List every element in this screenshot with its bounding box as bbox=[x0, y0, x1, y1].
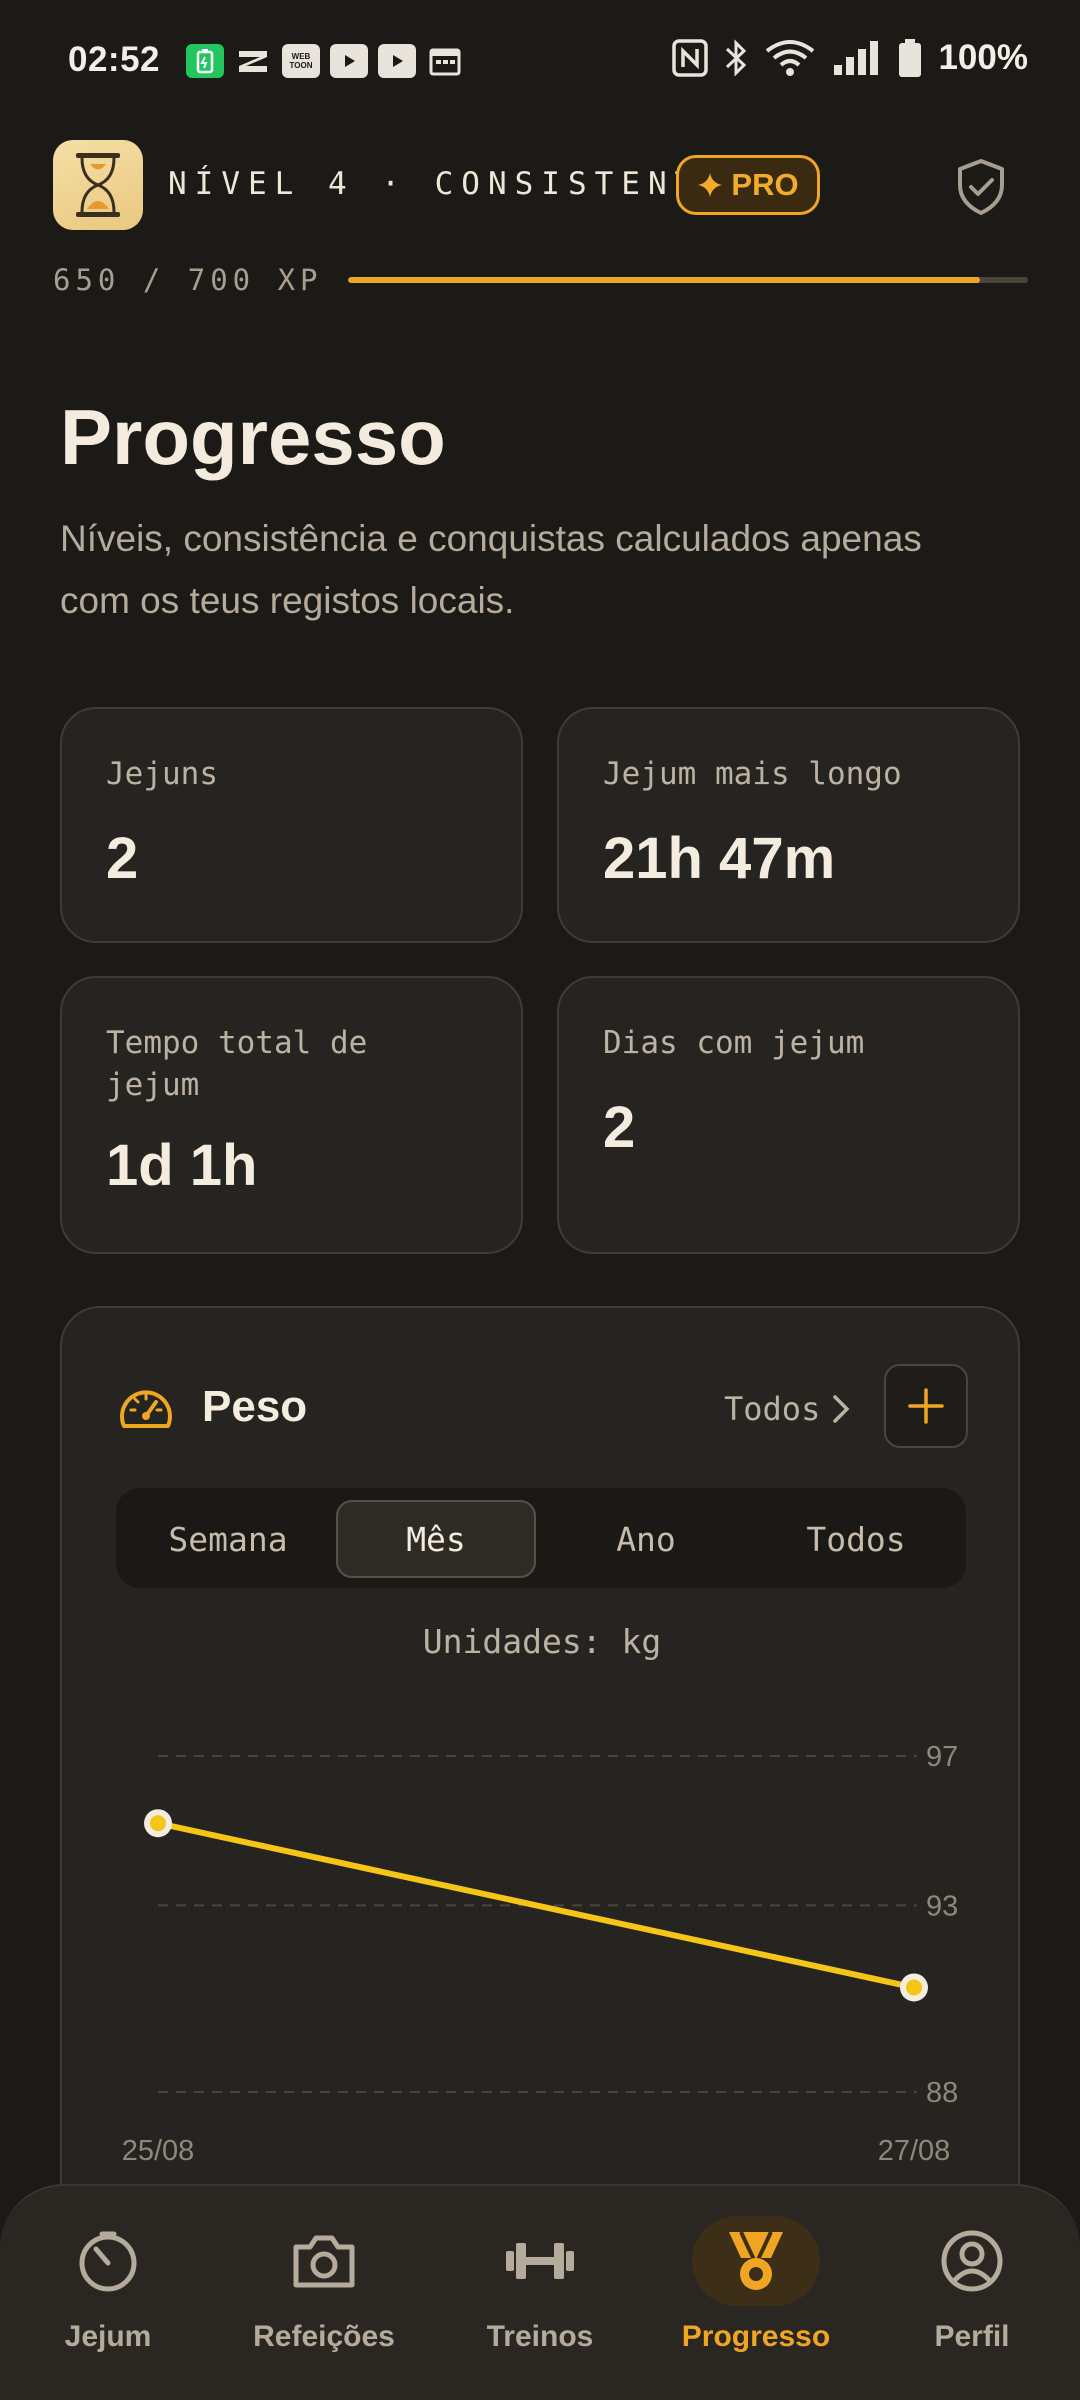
camera-icon bbox=[260, 2216, 388, 2306]
xp-progress-fill bbox=[348, 277, 981, 283]
xp-text: 650 / 700 XP bbox=[53, 263, 323, 297]
stat-value: 2 bbox=[106, 826, 139, 891]
data-point bbox=[906, 1979, 922, 1996]
youtube-icon bbox=[378, 44, 416, 78]
data-point bbox=[150, 1815, 166, 1832]
medal-icon bbox=[692, 2216, 820, 2306]
timer-icon bbox=[44, 2216, 172, 2306]
page-title: Progresso bbox=[60, 393, 446, 481]
user-icon bbox=[908, 2216, 1036, 2306]
capcut-icon bbox=[234, 44, 272, 78]
status-time: 02:52 bbox=[68, 40, 161, 79]
notification-icons: WEB TOON bbox=[186, 44, 464, 78]
calendar-icon bbox=[426, 44, 464, 78]
stat-card-fasting-days: Dias com jejum 2 bbox=[557, 976, 1020, 1254]
bluetooth-icon bbox=[726, 39, 747, 77]
bottom-navigation: Jejum Refeições Treinos Progresso Perfil bbox=[0, 2184, 1080, 2400]
dumbbell-icon bbox=[476, 2216, 604, 2306]
stat-label: Jejuns bbox=[106, 756, 218, 792]
nav-item-perfil[interactable]: Perfil bbox=[872, 2216, 1072, 2376]
stat-label: Tempo total de jejum bbox=[106, 1025, 368, 1103]
wifi-icon bbox=[766, 40, 815, 76]
webtoon-text: WEB TOON bbox=[289, 52, 313, 70]
nav-item-refeicoes[interactable]: Refeições bbox=[224, 2216, 424, 2376]
nav-label: Progresso bbox=[681, 2320, 831, 2353]
y-tick-label: 93 bbox=[926, 1890, 958, 1922]
x-tick-label: 25/08 bbox=[122, 2135, 195, 2167]
nav-item-jejum[interactable]: Jejum bbox=[8, 2216, 208, 2376]
status-bar: 02:52 WEB TOON 100% bbox=[0, 0, 1080, 124]
nav-item-treinos[interactable]: Treinos bbox=[440, 2216, 640, 2376]
stat-card-longest-fast: Jejum mais longo 21h 47m bbox=[557, 707, 1020, 943]
hourglass-logo bbox=[53, 140, 143, 230]
battery-percentage: 100% bbox=[938, 38, 1028, 77]
level-title: NÍVEL 4 · CONSISTENTE bbox=[168, 166, 728, 202]
hourglass-icon bbox=[76, 153, 120, 217]
webtoon-icon: WEB TOON bbox=[282, 44, 320, 78]
y-tick-label: 88 bbox=[926, 2077, 958, 2109]
xp-progress-bar bbox=[348, 277, 1028, 283]
nav-label: Refeições bbox=[253, 2320, 395, 2353]
shield-check-icon[interactable] bbox=[950, 156, 1012, 218]
sparkle-icon bbox=[698, 173, 723, 197]
system-icons: 100% bbox=[672, 38, 1028, 78]
pro-badge[interactable]: PRO bbox=[676, 155, 820, 215]
nfc-icon bbox=[672, 39, 709, 77]
stat-card-total-time: Tempo total de jejum 1d 1h bbox=[60, 976, 523, 1254]
stat-label: Jejum mais longo bbox=[603, 756, 902, 792]
nav-item-progresso[interactable]: Progresso bbox=[656, 2216, 856, 2376]
nav-label: Treinos bbox=[486, 2320, 594, 2353]
youtube-icon bbox=[330, 44, 368, 78]
x-tick-label: 27/08 bbox=[878, 2135, 951, 2167]
weight-chart: 97 93 88 25/08 27/08 bbox=[122, 1741, 959, 2167]
stat-value: 21h 47m bbox=[603, 826, 836, 891]
battery-saver-icon bbox=[186, 44, 224, 78]
stat-value: 1d 1h bbox=[106, 1133, 258, 1198]
signal-icon bbox=[834, 41, 879, 75]
stat-value: 2 bbox=[603, 1095, 636, 1160]
stat-card-fasts: Jejuns 2 bbox=[60, 707, 523, 943]
page-subtitle: Níveis, consistência e conquistas calcul… bbox=[60, 518, 922, 621]
pro-badge-label: PRO bbox=[731, 167, 799, 202]
battery-icon bbox=[899, 39, 922, 77]
nav-label: Perfil bbox=[934, 2320, 1010, 2353]
stat-label: Dias com jejum bbox=[603, 1025, 865, 1061]
nav-label: Jejum bbox=[64, 2320, 152, 2353]
y-tick-label: 97 bbox=[926, 1741, 958, 1773]
